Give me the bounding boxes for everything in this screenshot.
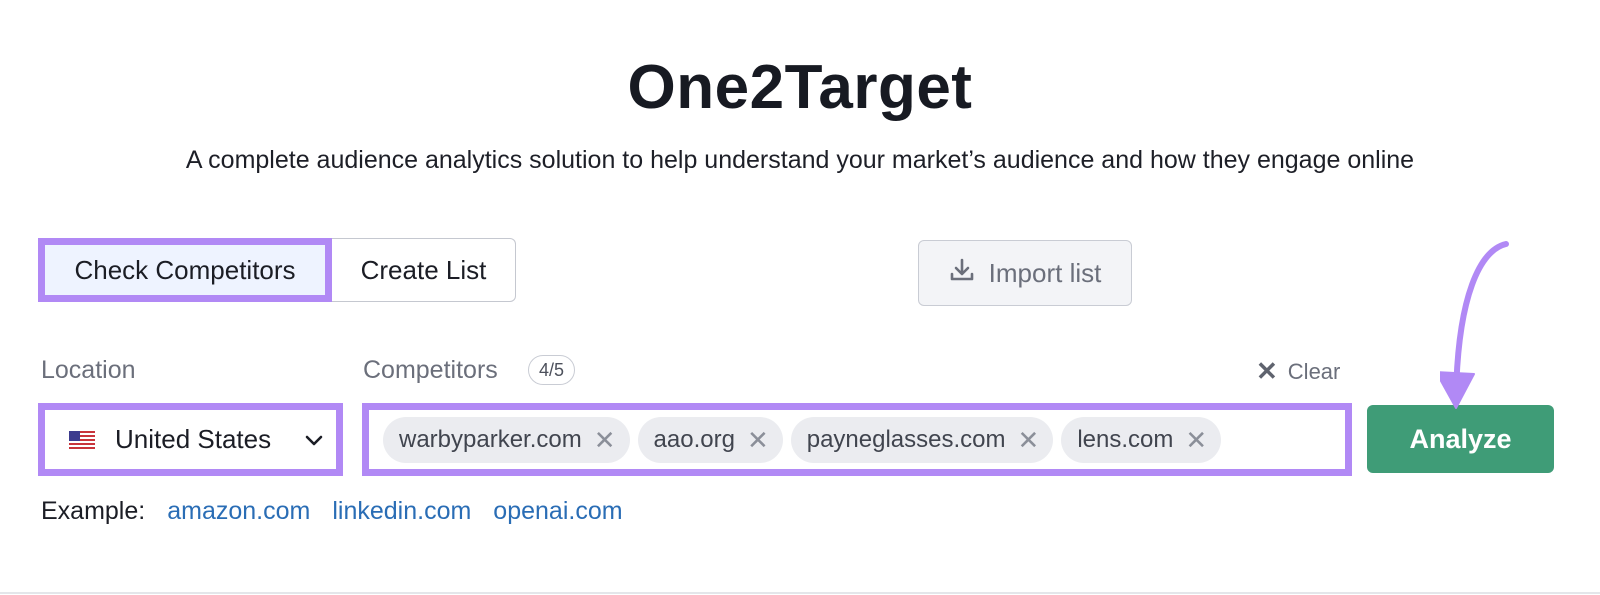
chip-label: payneglasses.com — [806, 425, 1006, 453]
download-icon — [949, 257, 975, 290]
chevron-down-icon — [305, 427, 323, 453]
clear-label: Clear — [1287, 358, 1341, 384]
tab-check-competitors[interactable]: Check Competitors — [38, 238, 332, 302]
remove-chip-icon[interactable]: ✕ — [747, 427, 769, 453]
remove-chip-icon[interactable]: ✕ — [1018, 427, 1040, 453]
import-list-label: Import list — [988, 257, 1102, 288]
chip-label: aao.org — [653, 425, 735, 453]
competitor-chip: payneglasses.com ✕ — [790, 416, 1054, 463]
location-value: United States — [115, 424, 272, 454]
location-label: Location — [41, 356, 136, 384]
page-title: One2Target — [627, 53, 973, 122]
close-icon: ✕ — [1256, 356, 1278, 386]
chip-label: lens.com — [1077, 425, 1174, 453]
remove-chip-icon[interactable]: ✕ — [594, 427, 616, 453]
us-flag-icon — [69, 430, 95, 449]
example-link-amazon[interactable]: amazon.com — [167, 497, 310, 526]
example-link-linkedin[interactable]: linkedin.com — [332, 497, 471, 526]
example-label: Example: — [41, 497, 146, 525]
competitor-chip: warbyparker.com ✕ — [383, 416, 630, 463]
location-select[interactable]: United States — [38, 403, 343, 476]
tab-create-list[interactable]: Create List — [332, 238, 516, 302]
clear-button[interactable]: ✕ Clear — [1256, 356, 1340, 387]
competitors-label: Competitors — [363, 356, 498, 384]
divider — [0, 592, 1600, 594]
chip-label: warbyparker.com — [399, 425, 582, 453]
competitor-chip: lens.com ✕ — [1061, 416, 1222, 463]
competitors-count-badge: 4/5 — [528, 355, 576, 385]
example-link-openai[interactable]: openai.com — [493, 497, 622, 526]
examples-row: Example: amazon.com linkedin.com openai.… — [41, 497, 623, 526]
import-list-button[interactable]: Import list — [918, 240, 1132, 306]
remove-chip-icon[interactable]: ✕ — [1185, 427, 1207, 453]
page-subtitle: A complete audience analytics solution t… — [185, 146, 1415, 174]
annotation-arrow-icon — [1440, 241, 1509, 409]
competitor-chip: aao.org ✕ — [637, 416, 783, 463]
competitors-input[interactable]: warbyparker.com ✕ aao.org ✕ payneglasses… — [362, 403, 1352, 476]
